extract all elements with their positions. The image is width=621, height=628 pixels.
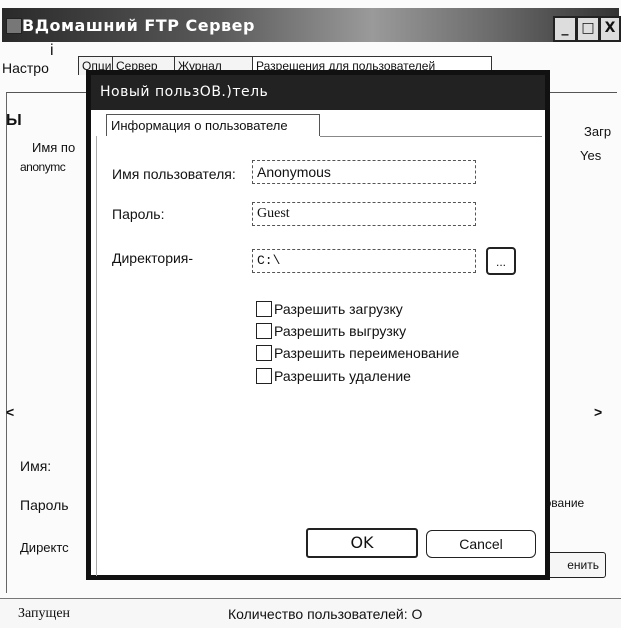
close-button[interactable]: X	[599, 16, 621, 42]
allow-delete-option[interactable]: Разрешить удаление	[256, 367, 411, 385]
user-list-item[interactable]: anonymc	[20, 160, 66, 174]
column-header-download[interactable]: Загр	[584, 124, 611, 139]
browse-button[interactable]: ...	[486, 247, 516, 275]
tab-user-info[interactable]: Информация о пользователе	[106, 114, 320, 136]
allow-upload-option[interactable]: Разрешить выгрузку	[256, 322, 406, 340]
allow-download-label: Разрешить загрузку	[274, 301, 403, 317]
password-field-label: Пароль:	[112, 206, 165, 222]
allow-upload-label: Разрешить выгрузку	[274, 323, 407, 339]
dialog-title: Новый пользOB.)тель	[100, 84, 269, 100]
allow-download-option[interactable]: Разрешить загрузку	[256, 300, 403, 318]
download-value: Yes	[580, 148, 602, 163]
username-field[interactable]: Anonymous	[252, 160, 476, 184]
password-field[interactable]: Guest	[252, 202, 476, 226]
allow-rename-checkbox[interactable]	[256, 345, 272, 361]
directory-field-label: Директория-	[112, 250, 194, 266]
password-label: Пароль	[20, 497, 69, 513]
maximize-button[interactable]: □	[576, 16, 600, 42]
settings-label: Настро	[2, 60, 49, 76]
tab-fragment: i	[50, 42, 54, 59]
allow-rename-option[interactable]: Разрешить переименование	[256, 344, 459, 362]
allow-rename-label: Разрешить переименование	[274, 345, 460, 361]
scroll-left-arrow-icon[interactable]: <	[6, 404, 14, 420]
directory-field[interactable]: C:\	[252, 249, 476, 273]
directory-label: Директс	[20, 540, 69, 555]
allow-download-checkbox[interactable]	[256, 301, 272, 317]
window-title: ВДомашний FTP Сервер	[22, 16, 255, 35]
save-icon[interactable]: Ы	[6, 112, 22, 130]
ok-button[interactable]: OK	[306, 528, 418, 558]
minimize-button[interactable]: _	[553, 16, 577, 42]
allow-delete-checkbox[interactable]	[256, 368, 272, 384]
user-count: Количество пользователей: О	[228, 606, 423, 622]
username-label: Имя пользователя:	[112, 166, 236, 182]
name-label: Имя:	[20, 458, 52, 474]
allow-upload-checkbox[interactable]	[256, 323, 272, 339]
server-status: Запущен	[18, 606, 71, 621]
column-header-username[interactable]: Имя по	[32, 140, 75, 155]
title-text: Домашний FTP Сервер	[34, 16, 255, 35]
title-prefix: В	[22, 16, 35, 35]
allow-delete-label: Разрешить удаление	[274, 368, 411, 384]
cancel-button[interactable]: Cancel	[426, 530, 536, 558]
scroll-right-arrow-icon[interactable]: >	[594, 404, 602, 420]
app-icon	[6, 18, 22, 34]
